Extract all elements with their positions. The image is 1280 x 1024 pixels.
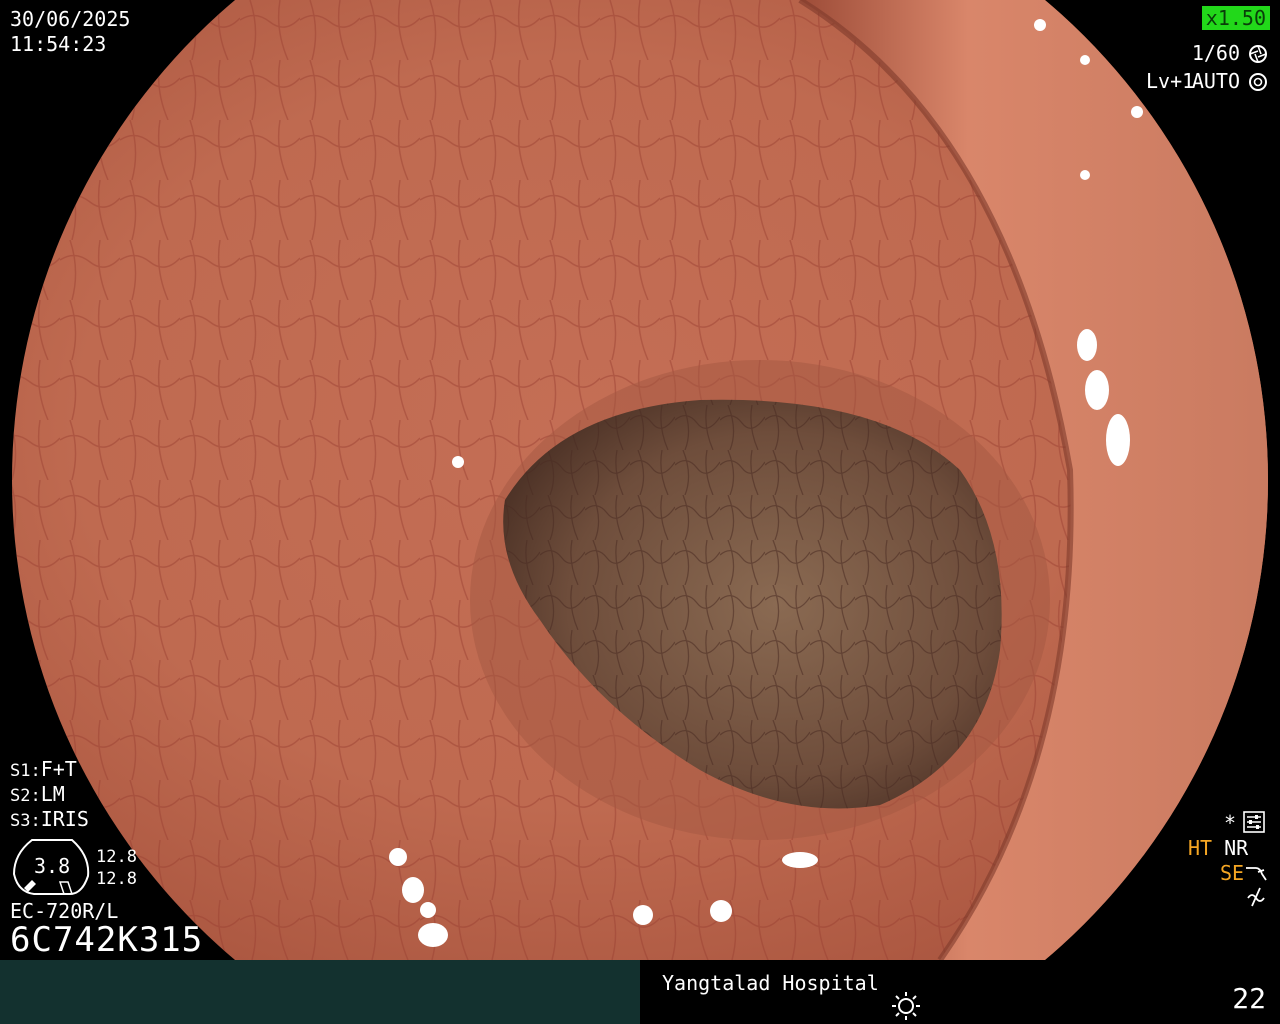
endoscopy-image bbox=[12, 0, 1268, 960]
nr-text: NR bbox=[1224, 836, 1249, 860]
aperture-icon bbox=[1249, 45, 1267, 63]
s3-value: IRIS bbox=[40, 807, 89, 831]
s1-key: S1: bbox=[10, 761, 41, 781]
date-text: 30/06/2025 bbox=[10, 7, 131, 31]
frame-number: 22 bbox=[1232, 982, 1266, 1015]
se-text: SE bbox=[1220, 861, 1245, 885]
hospital-name: Yangtalad Hospital bbox=[662, 971, 879, 995]
scope-serial: 6C742K315 bbox=[10, 920, 204, 960]
gauge-right-top: 12.8 bbox=[96, 847, 137, 867]
gauge-value: 3.8 bbox=[34, 854, 71, 878]
structure-enhance-icon bbox=[1246, 867, 1267, 881]
s2-key: S2: bbox=[10, 786, 41, 806]
ht-text: HT bbox=[1188, 836, 1213, 860]
s1-value: F+T bbox=[40, 757, 77, 781]
zoom-badge: x1.50 bbox=[1201, 6, 1270, 30]
setting-s2: S2:LM bbox=[10, 783, 65, 806]
s2-value: LM bbox=[40, 782, 65, 806]
light-icon bbox=[892, 992, 920, 1020]
gauge-right-bottom: 12.8 bbox=[96, 869, 137, 889]
setting-s3: S3:IRIS bbox=[10, 808, 89, 831]
iris-icon bbox=[1249, 73, 1267, 91]
freeze-icon bbox=[1247, 887, 1265, 907]
settings-sliders-icon bbox=[1243, 811, 1265, 833]
time-text: 11:54:23 bbox=[10, 32, 107, 56]
ht-label: HT NR bbox=[1188, 837, 1248, 859]
shutter-text: 1/60 bbox=[1191, 41, 1240, 65]
level-text: Lv+1 bbox=[1146, 69, 1195, 93]
setting-s1: S1:F+T bbox=[10, 758, 77, 781]
bottom-bar: Yangtalad Hospital 22 bbox=[0, 960, 1280, 1024]
se-label: SE bbox=[1220, 862, 1244, 884]
asterisk-mark: * bbox=[1224, 811, 1237, 835]
scope-model: EC-720R/L bbox=[10, 899, 119, 923]
bottom-left-panel bbox=[0, 960, 640, 1024]
s3-key: S3: bbox=[10, 811, 41, 831]
mode-text: AUTO bbox=[1191, 69, 1240, 93]
